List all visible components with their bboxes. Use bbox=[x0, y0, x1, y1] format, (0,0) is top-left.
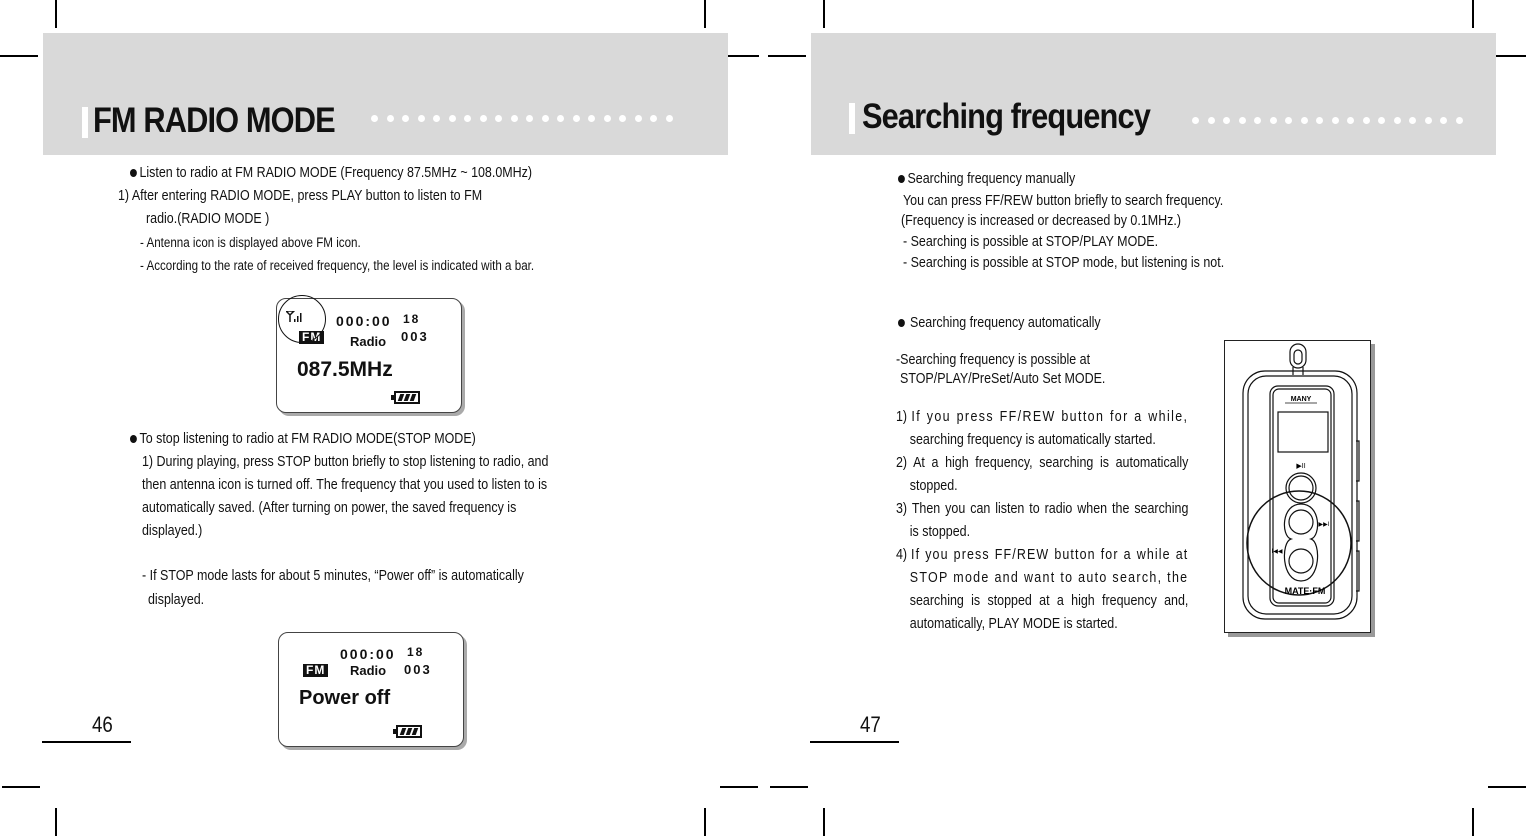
fm-icon: FM bbox=[303, 664, 329, 677]
section-heading: To stop listening to radio at FM RADIO M… bbox=[130, 430, 476, 448]
mode-label: Radio bbox=[350, 334, 387, 349]
step-line: automatically, PLAY MODE is started. bbox=[909, 616, 1118, 632]
page-number: 47 bbox=[860, 712, 881, 737]
step-line: 4) If you press FF/REW button for a whil… bbox=[896, 547, 1189, 563]
body-line: then antenna icon is turned off. The fre… bbox=[142, 477, 548, 493]
time-readout: 000:00 bbox=[336, 313, 392, 329]
page-title: Searching frequency bbox=[862, 97, 1151, 136]
crop-mark bbox=[728, 55, 759, 57]
model-label: MATE·FM bbox=[1285, 586, 1326, 596]
track-readout: 18 bbox=[407, 645, 425, 659]
time-readout: 000:00 bbox=[340, 646, 396, 662]
step-text: 1) After entering RADIO MODE, press PLAY… bbox=[118, 188, 483, 204]
step-line: 2) At a high frequency, searching is aut… bbox=[896, 455, 1189, 471]
step-line: STOP mode and want to auto search, the bbox=[909, 570, 1189, 586]
crop-mark bbox=[823, 0, 825, 28]
body-line: -Searching frequency is possible at bbox=[896, 352, 1091, 368]
preset-readout: 003 bbox=[401, 329, 429, 344]
title-accent-bar bbox=[849, 103, 855, 134]
note-text: - According to the rate of received freq… bbox=[140, 258, 535, 273]
step-line: 1) If you press FF/REW button for a whil… bbox=[896, 409, 1189, 425]
bullet-icon bbox=[130, 169, 137, 177]
crop-mark bbox=[704, 0, 706, 28]
body-line: automatically saved. (After turning on p… bbox=[142, 500, 517, 516]
brand-logo: MANY bbox=[1291, 396, 1312, 403]
section-heading: Searching frequency manually bbox=[898, 170, 1075, 188]
crop-mark bbox=[1472, 808, 1474, 836]
body-line: (Frequency is increased or decreased by … bbox=[901, 213, 1182, 229]
body-line: 1) During playing, press STOP button bri… bbox=[142, 454, 549, 470]
bullet-icon bbox=[898, 319, 905, 327]
crop-mark bbox=[768, 55, 806, 57]
note-text: - If STOP mode lasts for about 5 minutes… bbox=[142, 568, 524, 584]
body-line: STOP/PLAY/PreSet/Auto Set MODE. bbox=[900, 371, 1106, 387]
track-readout: 18 bbox=[403, 312, 421, 326]
highlight-circle bbox=[278, 295, 326, 343]
status-readout: Power off bbox=[299, 687, 391, 709]
note-text: displayed. bbox=[148, 592, 205, 608]
device-illustration-frame: MANY ▶II ▶▶I I◀◀ MATE·FM bbox=[1224, 340, 1371, 633]
battery-icon bbox=[393, 725, 422, 738]
title-accent-bar bbox=[82, 107, 88, 138]
play-pause-label: ▶II bbox=[1296, 463, 1305, 470]
step-text: radio.(RADIO MODE ) bbox=[146, 211, 270, 227]
step-line: searching frequency is automatically sta… bbox=[909, 432, 1156, 448]
section-heading: Listen to radio at FM RADIO MODE (Freque… bbox=[130, 164, 532, 182]
crop-mark bbox=[0, 55, 38, 57]
bullet-icon bbox=[130, 435, 137, 443]
page-title: FM RADIO MODE bbox=[93, 101, 336, 140]
battery-icon bbox=[391, 391, 420, 404]
frequency-readout: 087.5MHz bbox=[297, 358, 393, 381]
body-line: displayed.) bbox=[142, 523, 203, 539]
rew-label: I◀◀ bbox=[1272, 549, 1283, 555]
crop-mark bbox=[1496, 55, 1526, 57]
step-line: 3) Then you can listen to radio when the… bbox=[896, 501, 1189, 517]
step-line: searching is stopped at a high frequency… bbox=[909, 593, 1189, 609]
note-text: - Searching is possible at STOP/PLAY MOD… bbox=[903, 234, 1159, 250]
page-number: 46 bbox=[92, 712, 113, 737]
body-line: You can press FF/REW button briefly to s… bbox=[903, 193, 1224, 209]
crop-mark bbox=[704, 808, 706, 836]
mp3-player-illustration: MANY ▶II ▶▶I I◀◀ MATE·FM bbox=[1242, 343, 1360, 620]
ff-label: ▶▶I bbox=[1319, 522, 1330, 528]
section-heading: Searching frequency automatically bbox=[898, 314, 1101, 332]
title-dots bbox=[1192, 117, 1463, 124]
title-dots bbox=[371, 115, 673, 122]
page-number-rule bbox=[42, 741, 131, 743]
crop-mark bbox=[1472, 0, 1474, 28]
lcd-display-stop: 000:00 18 FM Radio 003 Power off bbox=[278, 632, 464, 747]
note-text: - Searching is possible at STOP mode, bu… bbox=[903, 255, 1225, 271]
crop-mark bbox=[720, 786, 758, 788]
preset-readout: 003 bbox=[404, 662, 432, 677]
note-text: - Antenna icon is displayed above FM ico… bbox=[140, 235, 361, 250]
auto-search-steps: 1) If you press FF/REW button for a whil… bbox=[896, 406, 1188, 636]
crop-mark bbox=[1488, 786, 1526, 788]
crop-mark bbox=[770, 786, 808, 788]
mode-label: Radio bbox=[350, 663, 387, 678]
step-line: is stopped. bbox=[909, 524, 971, 540]
step-line: stopped. bbox=[909, 478, 958, 494]
crop-mark bbox=[2, 786, 40, 788]
bullet-icon bbox=[898, 175, 905, 183]
crop-mark bbox=[55, 808, 57, 836]
page-number-rule bbox=[810, 741, 899, 743]
crop-mark bbox=[823, 808, 825, 836]
crop-mark bbox=[55, 0, 57, 28]
